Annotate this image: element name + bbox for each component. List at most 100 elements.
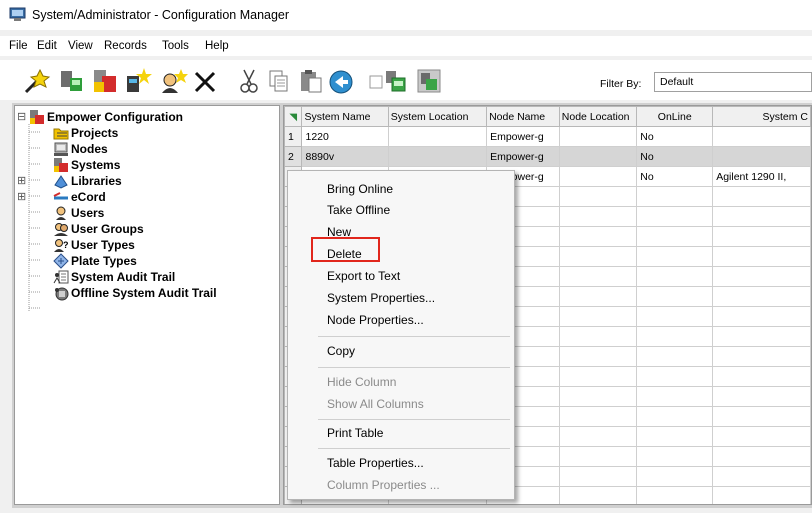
table-cell[interactable] (636, 266, 714, 287)
table-cell[interactable] (636, 206, 714, 227)
table-cell[interactable] (712, 246, 811, 267)
menu-view[interactable]: View (68, 40, 93, 52)
table-cell[interactable] (558, 166, 638, 187)
table-cell[interactable]: Empower-g (486, 146, 560, 167)
menu-file[interactable]: File (9, 40, 28, 52)
table-cell[interactable] (712, 386, 811, 407)
table-cell[interactable] (636, 186, 714, 207)
filter-by-select[interactable]: Default (654, 72, 812, 92)
table-cell[interactable] (712, 226, 811, 247)
table-cell[interactable] (558, 126, 638, 147)
menu-item-table-properties[interactable]: Table Properties... (327, 456, 424, 470)
table-cell[interactable]: No (636, 166, 714, 187)
table-cell[interactable] (636, 446, 714, 467)
table-cell[interactable] (712, 326, 811, 347)
table-cell[interactable] (558, 326, 638, 347)
table-cell[interactable] (558, 246, 638, 267)
menu-help[interactable]: Help (205, 40, 229, 52)
table-cell[interactable] (558, 366, 638, 387)
table-cell[interactable] (636, 246, 714, 267)
select-all-corner[interactable]: ◥ (284, 106, 303, 127)
table-cell[interactable]: 8890v (301, 146, 389, 167)
table-cell[interactable]: Empower-g (486, 126, 560, 147)
table-cell[interactable] (712, 186, 811, 207)
table-cell[interactable] (636, 226, 714, 247)
system-icon[interactable] (90, 66, 120, 96)
table-cell[interactable] (712, 346, 811, 367)
table-cell[interactable] (558, 186, 638, 207)
table-row[interactable]: 2 8890v Empower-g No (284, 146, 811, 167)
table-cell[interactable] (712, 426, 811, 447)
menu-tools[interactable]: Tools (162, 40, 189, 52)
cut-icon[interactable] (234, 66, 264, 96)
table-cell[interactable] (712, 286, 811, 307)
table-cell[interactable] (558, 346, 638, 367)
table-cell[interactable] (558, 286, 638, 307)
table-row[interactable]: 1 1220 Empower-g No (284, 126, 811, 147)
table-cell[interactable] (558, 406, 638, 427)
table-cell[interactable]: Agilent 1290 II, (712, 166, 811, 187)
system-config-icon[interactable] (380, 66, 410, 96)
table-cell[interactable] (636, 286, 714, 307)
table-cell[interactable] (558, 266, 638, 287)
table-cell[interactable] (712, 466, 811, 487)
row-number[interactable]: 1 (284, 126, 303, 147)
table-cell[interactable]: No (636, 126, 714, 147)
column-header[interactable]: OnLine (636, 106, 714, 127)
table-cell[interactable] (387, 126, 488, 147)
table-cell[interactable] (712, 406, 811, 427)
table-cell[interactable] (636, 326, 714, 347)
table-cell[interactable] (636, 306, 714, 327)
table-cell[interactable] (636, 386, 714, 407)
table-cell[interactable] (712, 266, 811, 287)
table-cell[interactable] (712, 446, 811, 467)
menu-item-take-offline[interactable]: Take Offline (327, 203, 390, 217)
table-cell[interactable] (636, 346, 714, 367)
column-header[interactable]: System C (712, 106, 811, 127)
table-cell[interactable] (387, 146, 488, 167)
table-cell[interactable] (558, 146, 638, 167)
table-cell[interactable] (636, 426, 714, 447)
table-cell[interactable] (636, 366, 714, 387)
menu-item-print-table[interactable]: Print Table (327, 426, 383, 440)
table-cell[interactable] (558, 446, 638, 467)
table-cell[interactable]: 1220 (301, 126, 389, 147)
table-cell[interactable] (558, 306, 638, 327)
paste-icon[interactable] (296, 66, 326, 96)
table-cell[interactable] (558, 426, 638, 447)
table-cell[interactable] (636, 486, 714, 504)
go-online-icon[interactable] (326, 66, 356, 96)
table-cell[interactable] (636, 466, 714, 487)
table-cell[interactable] (712, 206, 811, 227)
expand-icon[interactable]: ⊞ (17, 174, 26, 187)
column-header[interactable]: System Name (301, 106, 389, 127)
table-cell[interactable] (558, 206, 638, 227)
collapse-icon[interactable]: ⊟ (17, 110, 26, 123)
expand-icon[interactable]: ⊞ (17, 190, 26, 203)
user-sparkle-icon[interactable] (158, 66, 188, 96)
table-cell[interactable] (558, 226, 638, 247)
menu-item-node-properties[interactable]: Node Properties... (327, 313, 424, 327)
table-cell[interactable] (712, 486, 811, 504)
new-sparkle-icon[interactable] (122, 66, 152, 96)
menu-item-copy[interactable]: Copy (327, 344, 355, 358)
new-wand-icon[interactable] (22, 66, 52, 96)
table-cell[interactable] (712, 146, 811, 167)
system-config-alt-icon[interactable] (414, 66, 444, 96)
table-cell[interactable] (558, 386, 638, 407)
menu-item-export-to-text[interactable]: Export to Text (327, 269, 400, 283)
node-icon[interactable] (56, 66, 86, 96)
table-cell[interactable] (558, 466, 638, 487)
menu-item-system-properties[interactable]: System Properties... (327, 291, 435, 305)
table-cell[interactable]: No (636, 146, 714, 167)
table-cell[interactable] (712, 366, 811, 387)
table-cell[interactable] (712, 306, 811, 327)
delete-x-icon[interactable] (190, 66, 220, 96)
column-header[interactable]: Node Name (486, 106, 560, 127)
menu-item-bring-online[interactable]: Bring Online (327, 182, 393, 196)
column-header[interactable]: System Location (387, 106, 488, 127)
menu-edit[interactable]: Edit (37, 40, 57, 52)
row-number[interactable]: 2 (284, 146, 303, 167)
column-header[interactable]: Node Location (558, 106, 638, 127)
menu-records[interactable]: Records (104, 40, 147, 52)
